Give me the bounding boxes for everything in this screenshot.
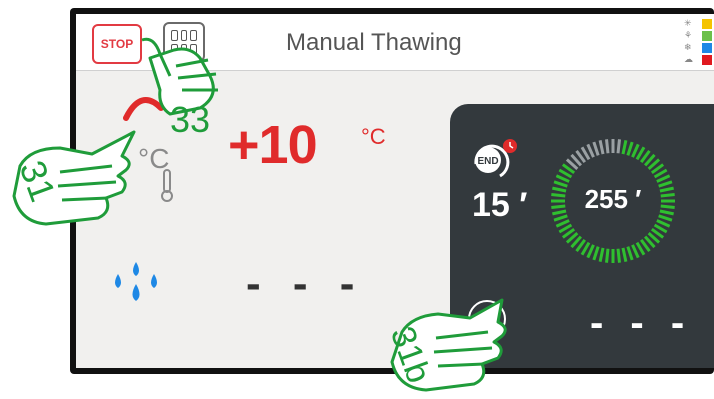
timer-ring-tick [631,244,640,259]
callout-33: 33 [141,37,218,136]
timer-ring-tick [659,209,674,216]
status-swatch-yellow [702,19,712,29]
timer-ring-tick [592,141,600,156]
temperature-icon-unit: °C [138,143,169,174]
timer-ring-value: 255 ′ [584,184,642,214]
end-timer-icon[interactable]: END [470,138,520,182]
timer-ring-tick [626,141,634,156]
timer-ring-tick [605,248,610,263]
callout-31: 31 [12,130,136,226]
timer-ring-tick [656,174,671,183]
timer-ring-tick [658,214,673,222]
timer-ring-tick [616,139,621,154]
status-swatch-red [702,55,712,65]
timer-ring-tick [605,139,610,154]
timer-ring-tick [553,214,568,222]
callout-33-label: 33 [170,99,210,136]
timer-ring-tick [656,219,671,228]
timer-ring-tick [552,186,567,193]
sprout-icon: ⚘ [684,30,693,40]
status-legend: ✳ ⚘ ❄ ☁ [682,18,712,68]
fan-value: - - - [590,301,693,345]
timer-ring-tick [598,140,605,155]
timer-ring-tick [659,186,674,193]
page-title: Manual Thawing [286,29,462,56]
snowflake-heat-icon: ✳ [684,18,692,28]
status-swatch-green [702,31,712,41]
timer-ring-tick [621,140,628,155]
timer-ring-tick [658,180,673,188]
time-left-value: 15 ′ [472,186,528,224]
timer-ring-tick [555,219,570,228]
callout-31b: 31b [383,298,507,392]
humidity-value: - - - [246,259,365,308]
status-swatch-blue [702,43,712,53]
timer-ring-tick [626,246,634,261]
timer-ring-tick [621,247,628,262]
timer-ring-tick [660,204,675,209]
end-badge: END [477,156,498,167]
timer-ring-tick [552,209,567,216]
snowflake-icon: ❄ [684,42,692,52]
water-drops-icon [115,262,157,301]
timer-ring-tick [586,244,595,259]
timer-ring-tick [555,174,570,183]
cloud-icon: ☁ [684,54,693,64]
timer-ring-tick [551,193,566,198]
timer-ring-tick [553,180,568,188]
timer-ring-tick [631,143,640,158]
timer-ring-tick [660,193,675,198]
timer-ring-tick [586,143,595,158]
temperature-unit: °C [361,124,386,149]
stop-button-label: STOP [100,37,134,51]
timer-ring-tick [616,248,621,263]
timer-ring-tick [598,247,605,262]
timer-ring-tick [551,204,566,209]
timer-ring-tick [592,246,600,261]
